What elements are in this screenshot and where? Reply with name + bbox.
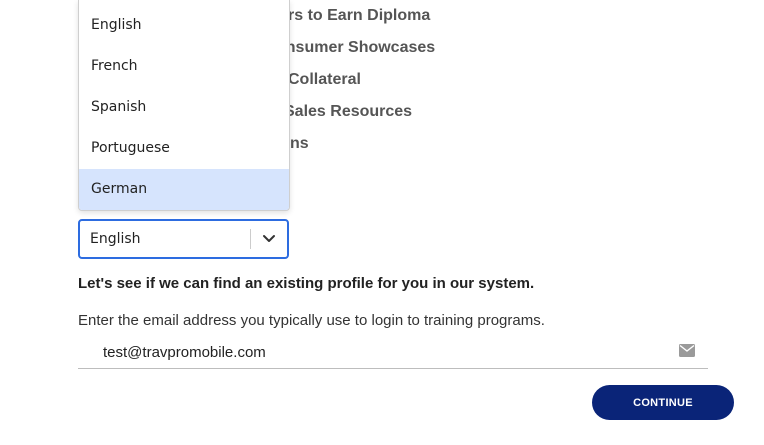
email-instruction: Enter the email address you typically us… (78, 312, 545, 329)
chevron-down-icon[interactable] (251, 221, 287, 257)
course-link-label: onsumer Showcases (276, 39, 436, 56)
course-link-label: ns (290, 135, 309, 152)
page: pters to Earn Diploma onsumer Showcases … (0, 0, 764, 445)
language-dropdown-menu: English French Spanish Portuguese German (78, 0, 290, 211)
language-option-french[interactable]: French (79, 46, 289, 87)
profile-lookup-heading: Let's see if we can find an existing pro… (78, 275, 535, 292)
email-field-wrapper (78, 335, 708, 369)
language-select[interactable]: English (78, 219, 289, 259)
language-option-portuguese[interactable]: Portuguese (79, 128, 289, 169)
language-select-value: English (90, 231, 141, 247)
envelope-icon (679, 344, 695, 357)
course-link-label: Collateral (288, 71, 361, 88)
language-option-spanish[interactable]: Spanish (79, 87, 289, 128)
language-option-german[interactable]: German (79, 169, 289, 210)
email-field[interactable] (78, 335, 695, 369)
course-link-label: Sales Resources (284, 103, 413, 120)
language-option-english[interactable]: English (79, 0, 289, 46)
continue-button[interactable]: CONTINUE (592, 385, 734, 420)
